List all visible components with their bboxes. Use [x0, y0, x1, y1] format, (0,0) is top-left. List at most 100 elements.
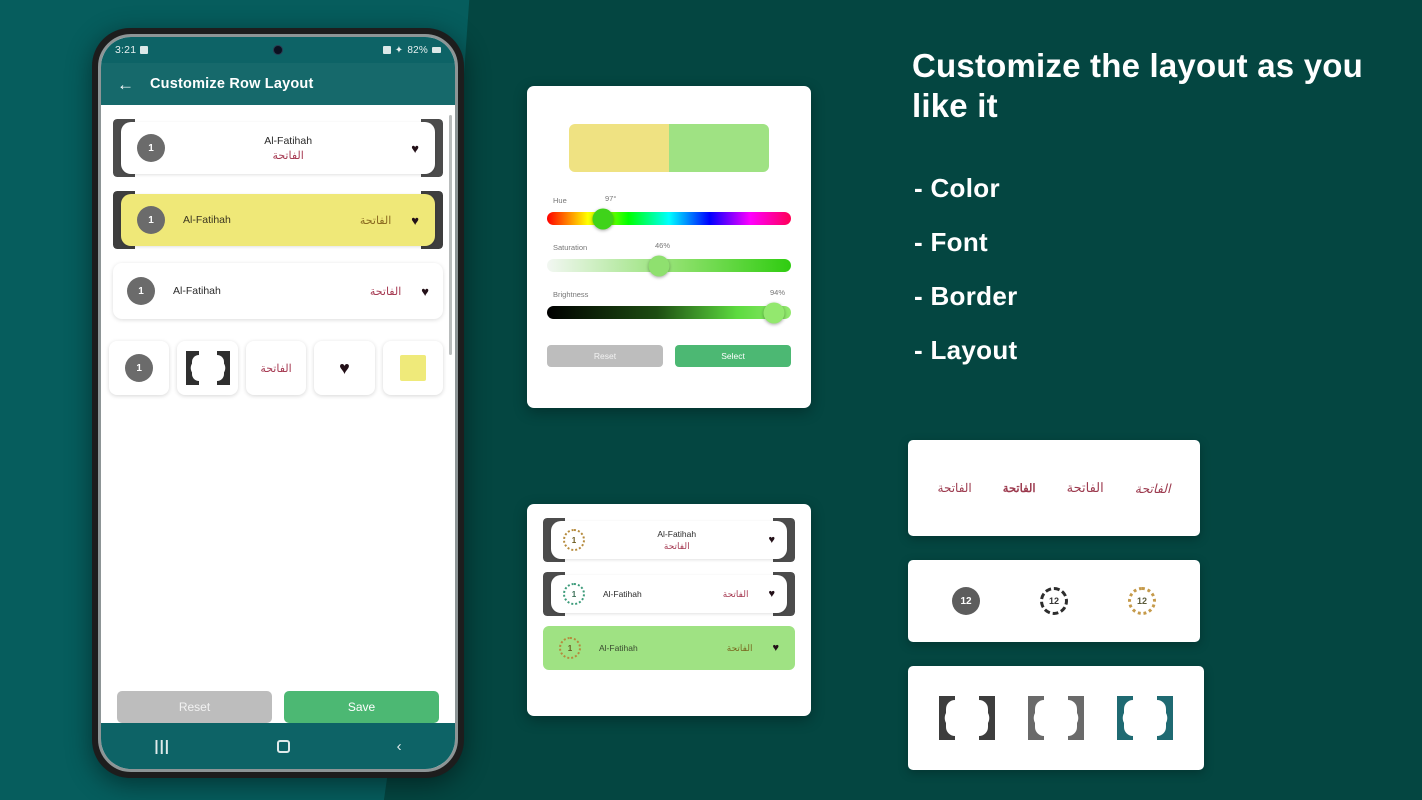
- color-preview: [569, 124, 769, 172]
- frame-fill: [191, 355, 224, 381]
- alarm-icon: [140, 46, 149, 54]
- phone-mockup: 3:21 ✦ 82% ← Customize Row Layout 1 Al-F…: [92, 28, 464, 778]
- hue-slider-knob[interactable]: [592, 208, 614, 229]
- chip-number[interactable]: 1: [109, 341, 170, 395]
- row-number-badge: 1: [137, 134, 165, 162]
- back-button[interactable]: ‹: [397, 739, 402, 754]
- favorite-icon[interactable]: ♥: [772, 642, 779, 654]
- row-number-badge: 1: [563, 583, 585, 605]
- brightness-slider-block: Brightness 94%: [547, 288, 791, 323]
- hue-label: Hue: [553, 196, 567, 205]
- android-nav-bar: ||| ‹: [101, 723, 455, 769]
- font-sample-4[interactable]: الفاتحة: [1135, 481, 1171, 496]
- favorite-icon[interactable]: ♥: [768, 534, 775, 546]
- status-battery: 82%: [407, 44, 428, 56]
- badge-samples-row: 12 12 12: [908, 560, 1200, 642]
- border-sample-teal[interactable]: [1117, 696, 1174, 740]
- row-arabic-name: الفاتحة: [369, 285, 402, 298]
- row-latin-name: Al-Fatihah: [183, 214, 231, 226]
- row-texts: Al-Fatihah الفاتحة: [585, 529, 768, 552]
- hue-slider-head: Hue 97°: [547, 194, 791, 208]
- promo-bullets: - Color - Font - Border - Layout: [914, 175, 1018, 391]
- saturation-label: Saturation: [553, 243, 588, 252]
- color-select-button[interactable]: Select: [675, 345, 791, 367]
- list-item[interactable]: 1 Al-Fatihah الفاتحة ♥: [543, 626, 795, 670]
- table-row[interactable]: 1 Al-Fatihah الفاتحة ♥: [113, 263, 443, 319]
- row-preview-card: 1 Al-Fatihah الفاتحة ♥ 1 Al-Fatihah الفا…: [527, 504, 811, 716]
- reset-button[interactable]: Reset: [117, 691, 272, 723]
- chip-color[interactable]: [382, 341, 444, 395]
- color-reset-button[interactable]: Reset: [547, 345, 663, 367]
- home-button[interactable]: [276, 739, 290, 753]
- row-number-badge: 1: [563, 529, 585, 551]
- row-arabic-name: الفاتحة: [272, 149, 304, 162]
- favorite-icon[interactable]: ♥: [411, 141, 419, 156]
- status-bar-left: 3:21: [115, 44, 149, 56]
- app-bar: ← Customize Row Layout: [101, 63, 455, 105]
- brightness-label: Brightness: [553, 290, 589, 299]
- hue-value: 97°: [605, 194, 617, 203]
- font-sample-2[interactable]: الفاتحة: [1003, 481, 1036, 495]
- table-row[interactable]: 1 Al-Fatihah الفاتحة ♥: [113, 119, 443, 177]
- row-inner: 1 Al-Fatihah الفاتحة ♥: [121, 122, 435, 174]
- brightness-slider-track[interactable]: [547, 302, 791, 323]
- promo-bullet-border: - Border: [914, 281, 1018, 311]
- favorite-icon[interactable]: ♥: [411, 213, 419, 228]
- row-arabic-name: الفاتحة: [359, 214, 392, 227]
- list-item[interactable]: 1 Al-Fatihah الفاتحة ♥: [543, 572, 795, 616]
- saturation-slider-head: Saturation 46%: [547, 241, 791, 255]
- badge-samples-card: 12 12 12: [908, 560, 1200, 642]
- row-inner: 1 Al-Fatihah الفاتحة ♥: [551, 575, 787, 613]
- frame-fill: [1124, 700, 1167, 736]
- stage: 3:21 ✦ 82% ← Customize Row Layout 1 Al-F…: [0, 0, 1422, 800]
- save-button[interactable]: Save: [284, 691, 439, 723]
- favorite-icon[interactable]: ♥: [421, 284, 429, 299]
- number-badge-icon: 1: [125, 354, 154, 382]
- saturation-slider-track[interactable]: [547, 255, 791, 276]
- row-latin-name: Al-Fatihah: [599, 643, 638, 653]
- arabic-sample-text: الفاتحة: [260, 362, 292, 375]
- saturation-slider-block: Saturation 46%: [547, 241, 791, 276]
- color-preview-left: [569, 124, 669, 172]
- row-latin-name: Al-Fatihah: [264, 134, 313, 147]
- font-sample-3[interactable]: الفاتحة: [1067, 480, 1104, 496]
- recents-button[interactable]: |||: [154, 739, 170, 754]
- frame-fill: [945, 700, 988, 736]
- row-number-badge: 1: [137, 206, 165, 234]
- row-arabic-name: الفاتحة: [663, 540, 690, 551]
- font-sample-1[interactable]: الفاتحة: [938, 481, 972, 495]
- row-latin-name: Al-Fatihah: [657, 528, 697, 539]
- chip-favorite[interactable]: ♥: [314, 341, 375, 395]
- recents-icon: |||: [154, 737, 170, 755]
- chip-border[interactable]: [177, 341, 238, 395]
- hue-slider-track[interactable]: [547, 208, 791, 229]
- row-inner: 1 Al-Fatihah الفاتحة ♥: [551, 521, 787, 559]
- color-swatch-icon: [399, 355, 426, 381]
- promo-headline: Customize the layout as you like it: [912, 47, 1363, 125]
- home-icon: [276, 739, 290, 753]
- back-arrow-icon[interactable]: ←: [117, 76, 134, 93]
- border-sample-grey[interactable]: [1027, 696, 1084, 740]
- favorite-icon[interactable]: ♥: [768, 588, 775, 600]
- wifi-icon: [382, 46, 391, 54]
- badge-sample-solid[interactable]: 12: [952, 587, 980, 615]
- page-title: Customize Row Layout: [150, 76, 314, 92]
- status-bar-right: ✦ 82%: [382, 44, 441, 56]
- customization-chips: 1 الفاتحة ♥: [109, 341, 444, 395]
- hue-slider-block: Hue 97°: [547, 194, 791, 229]
- border-sample-dark[interactable]: [938, 696, 995, 740]
- badge-sample-dashed[interactable]: 12: [1040, 587, 1068, 615]
- color-picker-actions: Reset Select: [547, 345, 791, 367]
- saturation-value: 46%: [655, 241, 671, 250]
- list-item[interactable]: 1 Al-Fatihah الفاتحة ♥: [543, 518, 795, 562]
- content-scrollbar[interactable]: [449, 115, 452, 355]
- table-row[interactable]: 1 Al-Fatihah الفاتحة ♥: [113, 191, 443, 249]
- color-preview-right: [669, 124, 769, 172]
- color-picker-card: Hue 97° Saturation 46% Brightness 94% Re…: [527, 86, 811, 408]
- frame-fill: [1034, 700, 1077, 736]
- brightness-slider-knob[interactable]: [763, 302, 785, 323]
- badge-sample-ornate[interactable]: 12: [1128, 587, 1156, 615]
- chip-font[interactable]: الفاتحة: [245, 341, 307, 395]
- row-number-badge: 1: [559, 637, 581, 659]
- saturation-slider-knob[interactable]: [648, 255, 670, 276]
